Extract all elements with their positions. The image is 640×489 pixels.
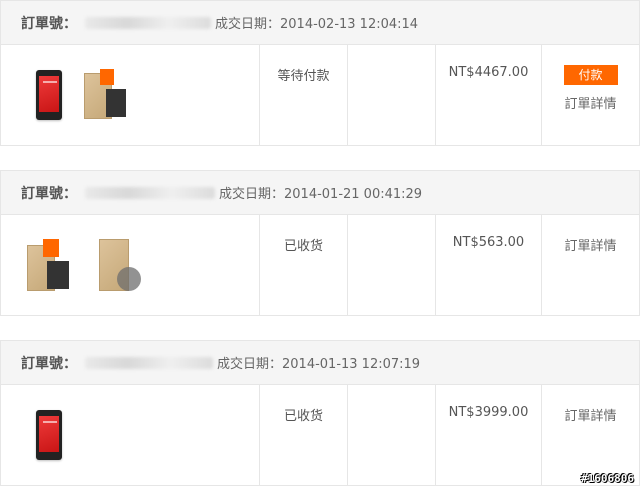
product-case-thumbnail[interactable] [27,239,71,291]
order-number-label: 訂單號： [21,185,77,202]
order-number-redacted [85,16,211,29]
watermark-text: #1606806 [581,472,634,485]
order-items [1,385,259,485]
order-card: 訂單號： 成交日期：2014-01-21 00:41:29 已收货 NT$563… [0,170,640,316]
order-row: 已收货 NT$563.00 訂單詳情 [1,215,639,315]
order-items [1,215,259,315]
order-status: 已收货 [259,385,347,485]
order-row: 已收货 NT$3999.00 訂單詳情 [1,385,639,485]
order-price: NT$563.00 [435,215,541,315]
order-number-redacted [85,356,213,369]
pay-button[interactable]: 付款 [563,65,618,85]
order-detail-link[interactable]: 訂單詳情 [542,235,639,254]
zoom-badge-icon [117,267,141,291]
order-actions: 訂單詳情 [541,385,639,485]
order-actions: 訂單詳情 [541,215,639,315]
order-date: 成交日期：2014-01-21 00:41:29 [219,187,423,202]
order-status: 已收货 [259,215,347,315]
order-status: 等待付款 [259,45,347,145]
product-case-thumbnail[interactable] [93,239,141,291]
order-empty-column [347,45,435,145]
order-number-label: 訂單號： [21,355,77,372]
order-detail-link[interactable]: 訂單詳情 [542,93,639,112]
order-row: 等待付款 NT$4467.00 付款 訂單詳情 [1,45,639,145]
order-header: 訂單號： 成交日期：2014-02-13 12:04:14 [1,1,639,45]
order-empty-column [347,385,435,485]
order-number-redacted [85,186,215,199]
order-detail-link[interactable]: 訂單詳情 [542,405,639,424]
order-empty-column [347,215,435,315]
product-phone-thumbnail[interactable] [36,70,62,120]
product-phone-thumbnail[interactable] [36,410,62,460]
order-price: NT$4467.00 [435,45,541,145]
order-card: 訂單號： 成交日期：2014-01-13 12:07:19 已收货 NT$399… [0,340,640,486]
order-header: 訂單號： 成交日期：2014-01-21 00:41:29 [1,171,639,215]
order-date: 成交日期：2014-01-13 12:07:19 [217,357,421,372]
order-card: 訂單號： 成交日期：2014-02-13 12:04:14 等待付款 NT$44… [0,0,640,146]
order-number-label: 訂單號： [21,15,77,32]
order-date: 成交日期：2014-02-13 12:04:14 [215,17,419,32]
order-price: NT$3999.00 [435,385,541,485]
product-case-thumbnail[interactable] [84,69,128,121]
order-actions: 付款 訂單詳情 [541,45,639,145]
order-header: 訂單號： 成交日期：2014-01-13 12:07:19 [1,341,639,385]
order-items [1,45,259,145]
